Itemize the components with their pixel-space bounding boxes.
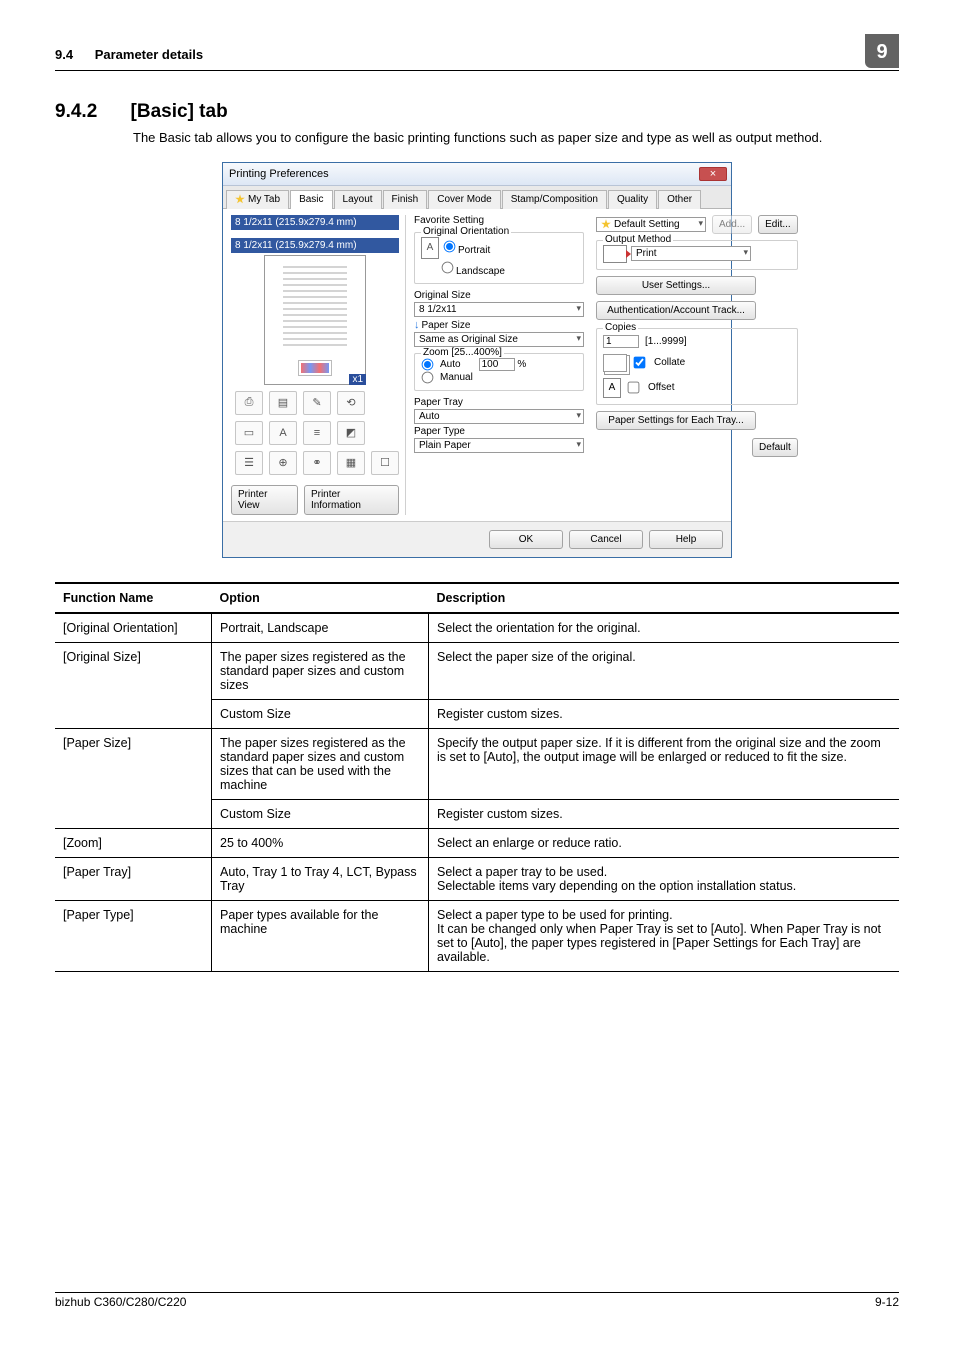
default-button[interactable]: Default: [752, 438, 798, 457]
tool-icon-2[interactable]: ▤: [269, 391, 297, 415]
tab-covermode[interactable]: Cover Mode: [428, 190, 500, 209]
table-row: [Original Orientation] Portrait, Landsca…: [55, 613, 899, 643]
header-section-number: 9.4: [55, 47, 73, 62]
th-option: Option: [212, 583, 429, 613]
dialog-tabs: My Tab Basic Layout Finish Cover Mode St…: [223, 186, 731, 208]
color-strip-icon: [298, 360, 332, 376]
copies-x1: x1: [349, 374, 366, 385]
tool-icon-8[interactable]: ◩: [337, 421, 365, 445]
ok-button[interactable]: OK: [489, 530, 563, 549]
zoom-group-label: Zoom [25...400%]: [421, 347, 504, 358]
output-method-combo[interactable]: Print: [631, 246, 751, 261]
th-function: Function Name: [55, 583, 212, 613]
zoom-manual-radio[interactable]: [422, 371, 434, 383]
favorite-setting-label: Favorite Setting: [414, 215, 484, 226]
tool-icon-6[interactable]: A: [269, 421, 297, 445]
offset-label: Offset: [648, 382, 675, 393]
output-method-label: Output Method: [603, 234, 673, 245]
dialog-titlebar: Printing Preferences ×: [223, 163, 731, 186]
copies-range: [1...9999]: [645, 336, 687, 347]
orientation-icon: A: [421, 237, 439, 259]
orig-size-label: Original Size: [414, 290, 584, 301]
collate-label: Collate: [654, 357, 685, 368]
tool-icon-5[interactable]: ▭: [235, 421, 263, 445]
reference-table: Function Name Option Description [Origin…: [55, 582, 899, 972]
table-row: [Zoom] 25 to 400% Select an enlarge or r…: [55, 828, 899, 857]
tool-icon-11[interactable]: ⚭: [303, 451, 331, 475]
zoom-auto-radio[interactable]: [422, 358, 434, 370]
header-section-title: Parameter details: [95, 47, 203, 62]
preview-paper: x1: [264, 255, 366, 385]
zoom-auto-label: Auto: [440, 359, 461, 370]
paper-each-tray-button[interactable]: Paper Settings for Each Tray...: [596, 411, 756, 430]
footer-page: 9-12: [875, 1295, 899, 1309]
table-row: [Paper Tray] Auto, Tray 1 to Tray 4, LCT…: [55, 857, 899, 900]
paper-tray-combo[interactable]: Auto: [414, 409, 584, 424]
section-intro: The Basic tab allows you to configure th…: [133, 129, 899, 148]
printer-icon: [603, 245, 627, 263]
table-row: [Original Size] The paper sizes register…: [55, 642, 899, 699]
tool-icon-1[interactable]: ⎙: [235, 391, 263, 415]
dialog-title: Printing Preferences: [229, 168, 329, 180]
add-button[interactable]: Add...: [712, 215, 752, 234]
preview-size-1: 8 1/2x11 (215.9x279.4 mm): [231, 215, 399, 230]
table-row: [Paper Size] The paper sizes registered …: [55, 728, 899, 799]
tab-quality[interactable]: Quality: [608, 190, 657, 209]
tool-icon-10[interactable]: ⊕: [269, 451, 297, 475]
zoom-manual-label: Manual: [440, 372, 473, 383]
tab-other[interactable]: Other: [658, 190, 701, 209]
portrait-label: Portrait: [458, 245, 490, 256]
tab-stamp[interactable]: Stamp/Composition: [502, 190, 607, 209]
landscape-radio[interactable]: [442, 261, 454, 273]
paper-size-combo[interactable]: Same as Original Size: [414, 332, 584, 347]
section-title: [Basic] tab: [131, 101, 228, 122]
user-settings-button[interactable]: User Settings...: [596, 276, 756, 295]
offset-icon: A: [603, 378, 621, 398]
th-description: Description: [429, 583, 900, 613]
tool-icon-13[interactable]: ☐: [371, 451, 399, 475]
tab-finish[interactable]: Finish: [383, 190, 428, 209]
tab-basic[interactable]: Basic: [290, 190, 332, 209]
offset-checkbox[interactable]: [628, 382, 640, 394]
tool-icon-3[interactable]: ✎: [303, 391, 331, 415]
preview-size-2: 8 1/2x11 (215.9x279.4 mm): [231, 238, 399, 253]
paper-size-label: Paper Size: [422, 320, 471, 331]
orig-orient-label: Original Orientation: [421, 226, 511, 237]
dialog-screenshot: Printing Preferences × My Tab Basic Layo…: [55, 162, 899, 558]
paper-tray-label: Paper Tray: [414, 397, 584, 408]
help-button[interactable]: Help: [649, 530, 723, 549]
paper-type-label: Paper Type: [414, 426, 584, 437]
copies-label: Copies: [603, 322, 638, 333]
table-row: [Paper Type] Paper types available for t…: [55, 900, 899, 971]
section-number: 9.4.2: [55, 101, 97, 122]
paper-type-combo[interactable]: Plain Paper: [414, 438, 584, 453]
tool-icon-7[interactable]: ≡: [303, 421, 331, 445]
landscape-label: Landscape: [456, 266, 505, 277]
tab-mytab[interactable]: My Tab: [226, 190, 289, 209]
portrait-radio[interactable]: [444, 240, 456, 252]
down-arrow-icon: ↓: [414, 319, 420, 331]
collate-icon: [603, 354, 627, 372]
page-corner-number: 9: [865, 34, 899, 68]
zoom-percent: %: [517, 359, 526, 370]
printer-view-button[interactable]: Printer View: [231, 485, 298, 515]
tool-icon-4[interactable]: ⟲: [337, 391, 365, 415]
collate-checkbox[interactable]: [634, 357, 646, 369]
close-icon[interactable]: ×: [699, 167, 727, 181]
tool-icon-12[interactable]: ▦: [337, 451, 365, 475]
copies-input[interactable]: 1: [603, 335, 639, 348]
edit-button[interactable]: Edit...: [758, 215, 798, 234]
default-setting-combo[interactable]: Default Setting: [596, 217, 706, 232]
printer-info-button[interactable]: Printer Information: [304, 485, 399, 515]
footer-model: bizhub C360/C280/C220: [55, 1295, 186, 1309]
tab-layout[interactable]: Layout: [334, 190, 382, 209]
orig-size-combo[interactable]: 8 1/2x11: [414, 302, 584, 317]
cancel-button[interactable]: Cancel: [569, 530, 643, 549]
auth-track-button[interactable]: Authentication/Account Track...: [596, 301, 756, 320]
tool-icon-9[interactable]: ☰: [235, 451, 263, 475]
zoom-value[interactable]: 100: [479, 358, 515, 371]
